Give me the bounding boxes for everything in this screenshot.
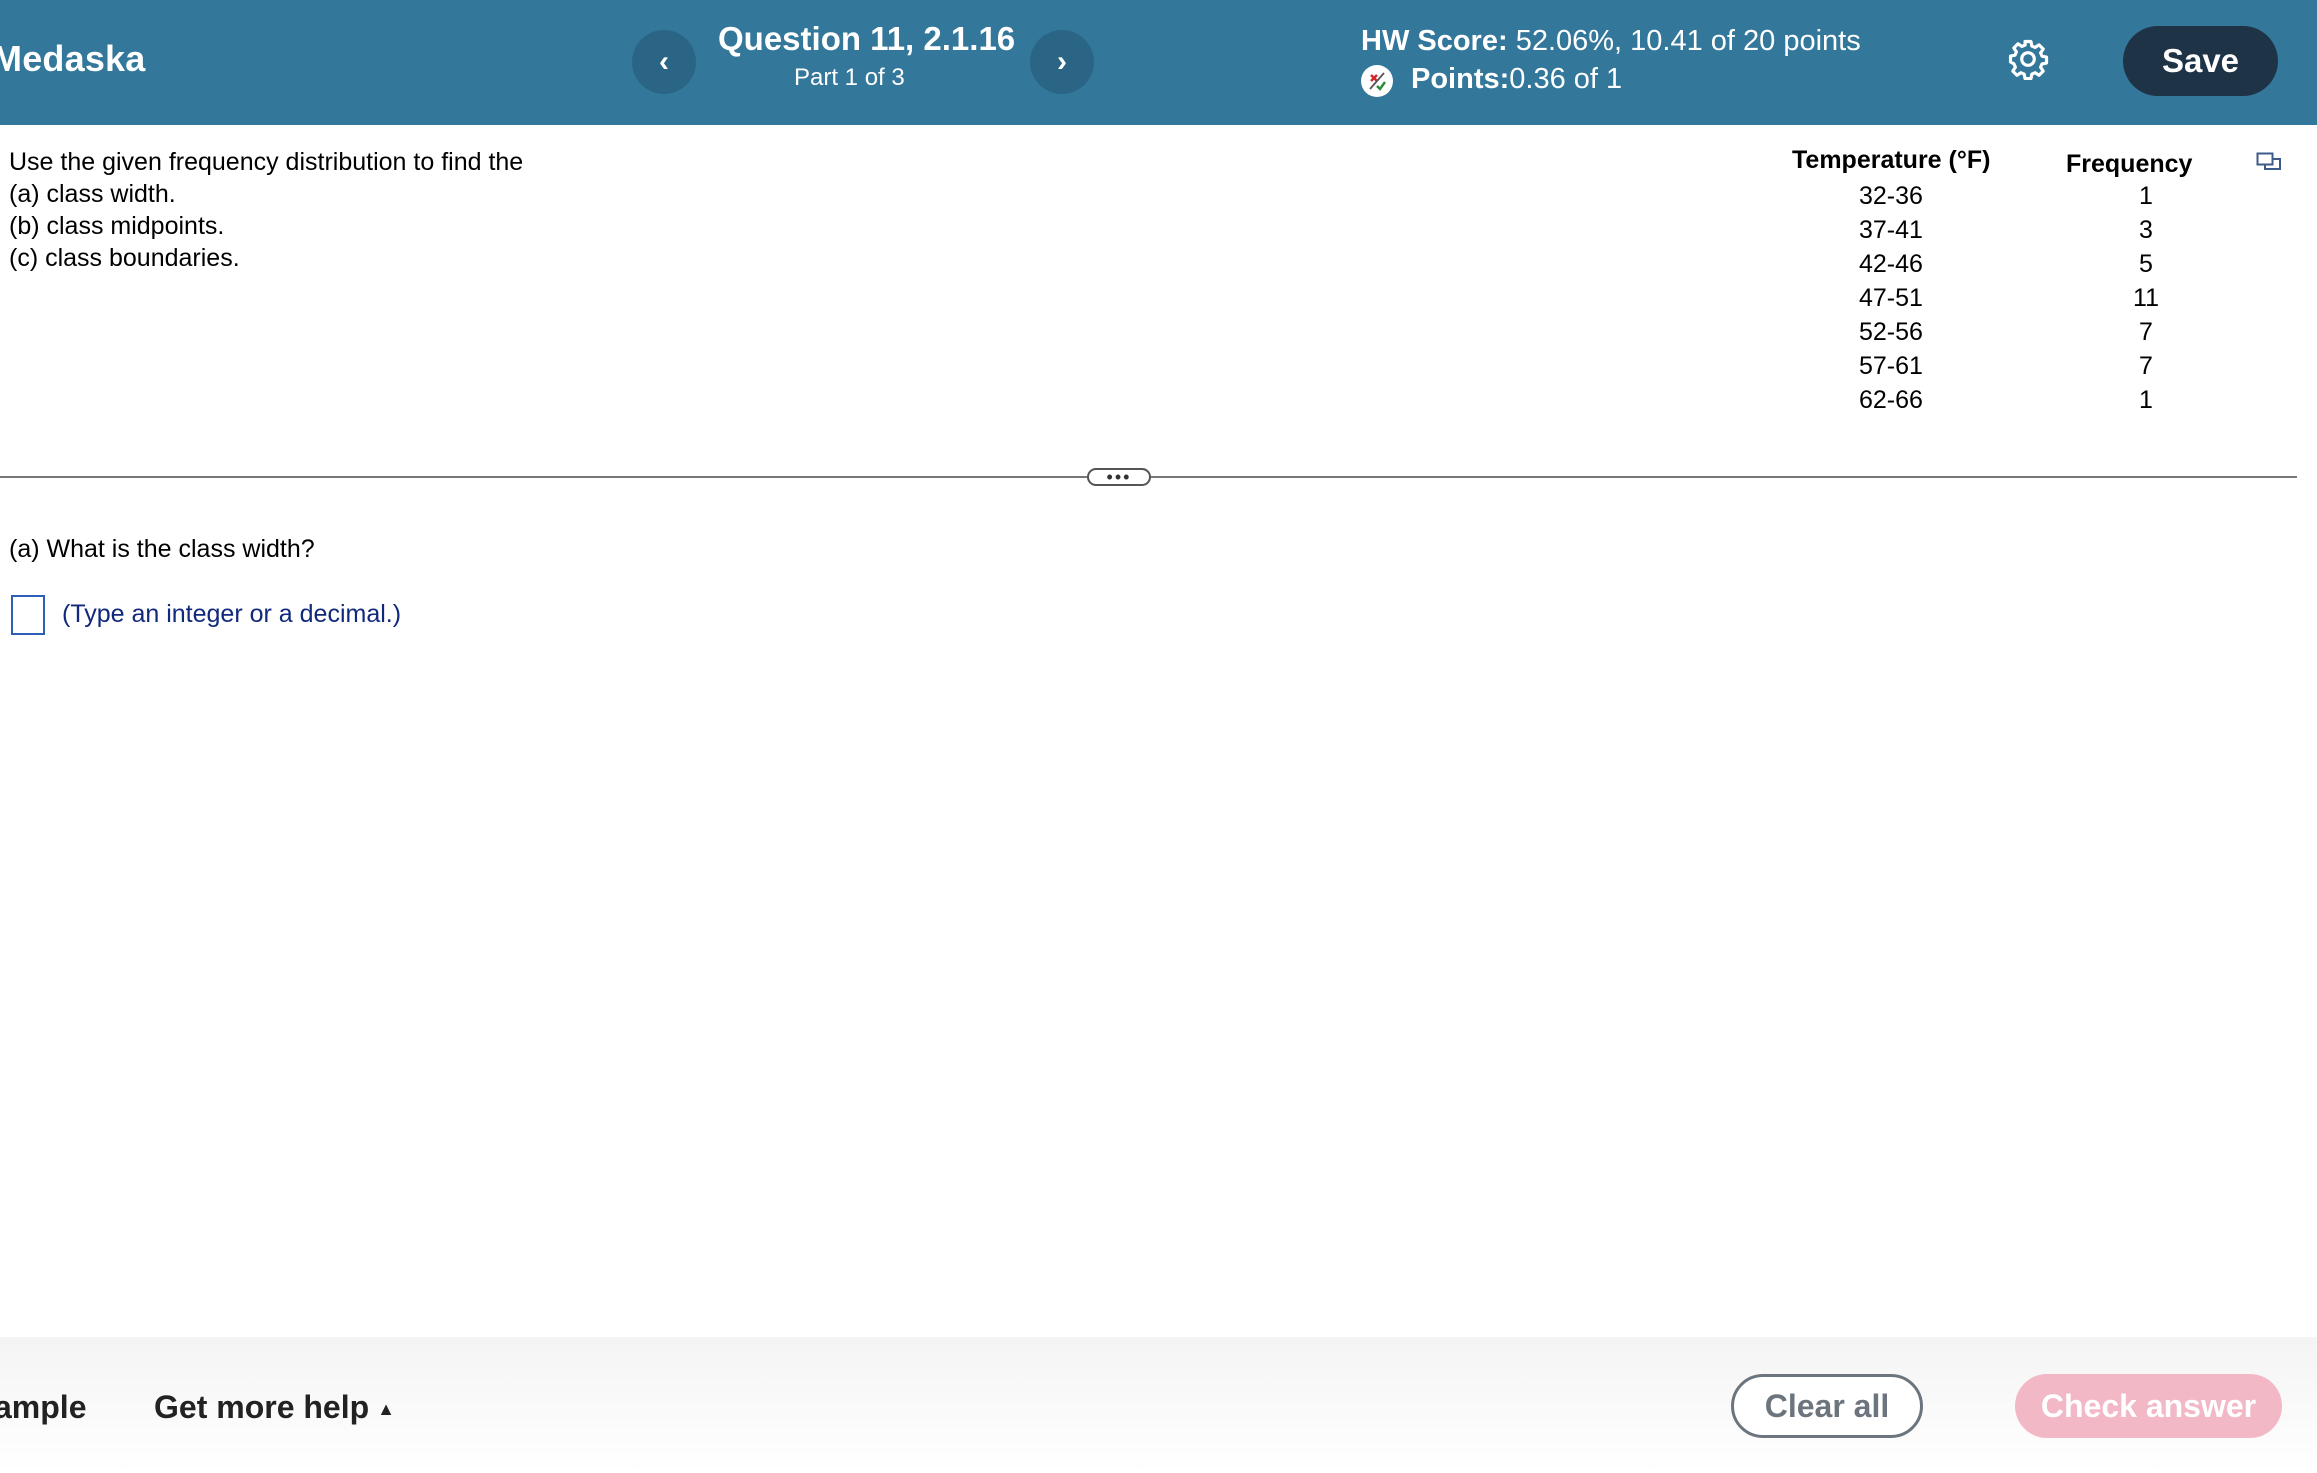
gear-icon bbox=[2008, 39, 2049, 81]
table-cell-frequency: 7 bbox=[2139, 318, 2153, 346]
table-cell-frequency: 7 bbox=[2139, 352, 2153, 380]
hw-score-label: HW Score: bbox=[1361, 25, 1508, 57]
problem-line: (a) class width. bbox=[9, 180, 176, 208]
table-cell-temperature: 57-61 bbox=[1859, 352, 1923, 380]
question-prompt: (a) What is the class width? bbox=[9, 535, 315, 563]
table-cell-temperature: 32-36 bbox=[1859, 182, 1923, 210]
view-example-link[interactable]: ample bbox=[0, 1389, 86, 1426]
problem-line: (b) class midpoints. bbox=[9, 212, 225, 240]
problem-line: Use the given frequency distribution to … bbox=[9, 148, 524, 176]
points-label: Points: bbox=[1411, 62, 1510, 95]
table-header-frequency: Frequency bbox=[2066, 150, 2193, 178]
popout-icon[interactable] bbox=[2256, 152, 2282, 174]
problem-statement: Use the given frequency distribution to … bbox=[9, 146, 523, 274]
get-more-help-label: Get more help bbox=[154, 1389, 370, 1425]
save-button[interactable]: Save bbox=[2123, 26, 2278, 96]
hw-score-value: 52.06%, 10.41 of 20 points bbox=[1507, 25, 1861, 57]
class-width-answer-input[interactable] bbox=[11, 595, 45, 635]
table-cell-temperature: 47-51 bbox=[1859, 284, 1923, 312]
settings-button[interactable] bbox=[2007, 38, 2049, 81]
next-question-button[interactable]: › bbox=[1030, 30, 1094, 94]
hw-score: HW Score: 52.06%, 10.41 of 20 points bbox=[1361, 25, 1861, 58]
table-cell-frequency: 5 bbox=[2139, 250, 2153, 278]
chevron-left-icon: ‹ bbox=[659, 45, 669, 78]
points-value: 0.36 of 1 bbox=[1509, 62, 1623, 95]
table-cell-temperature: 52-56 bbox=[1859, 318, 1923, 346]
get-more-help-button[interactable]: Get more help ▲ bbox=[154, 1389, 395, 1426]
answer-format-hint: (Type an integer or a decimal.) bbox=[62, 600, 402, 628]
previous-question-button[interactable]: ‹ bbox=[632, 30, 696, 94]
problem-line: (c) class boundaries. bbox=[9, 244, 240, 272]
question-part: Part 1 of 3 bbox=[794, 64, 905, 91]
table-cell-frequency: 1 bbox=[2139, 386, 2153, 414]
table-cell-frequency: 1 bbox=[2139, 182, 2153, 210]
table-header-temperature: Temperature (°F) bbox=[1792, 146, 1991, 174]
partial-credit-icon bbox=[1361, 65, 1393, 97]
check-answer-button[interactable]: Check answer bbox=[2015, 1374, 2282, 1438]
divider-resize-handle[interactable]: ••• bbox=[1087, 468, 1151, 486]
top-bar: Medaska ‹ Question 11, 2.1.16 Part 1 of … bbox=[0, 0, 2317, 125]
more-dots-icon: ••• bbox=[1106, 467, 1132, 487]
student-name: Medaska bbox=[0, 38, 146, 79]
points: Points: 0.36 of 1 bbox=[1361, 61, 1622, 97]
table-cell-temperature: 62-66 bbox=[1859, 386, 1923, 414]
table-cell-temperature: 42-46 bbox=[1859, 250, 1923, 278]
table-cell-temperature: 37-41 bbox=[1859, 216, 1923, 244]
clear-all-button[interactable]: Clear all bbox=[1731, 1374, 1923, 1438]
chevron-right-icon: › bbox=[1057, 45, 1067, 78]
caret-up-icon: ▲ bbox=[377, 1399, 395, 1420]
table-cell-frequency: 3 bbox=[2139, 216, 2153, 244]
table-cell-frequency: 11 bbox=[2133, 284, 2159, 312]
question-title: Question 11, 2.1.16 bbox=[718, 20, 1016, 57]
